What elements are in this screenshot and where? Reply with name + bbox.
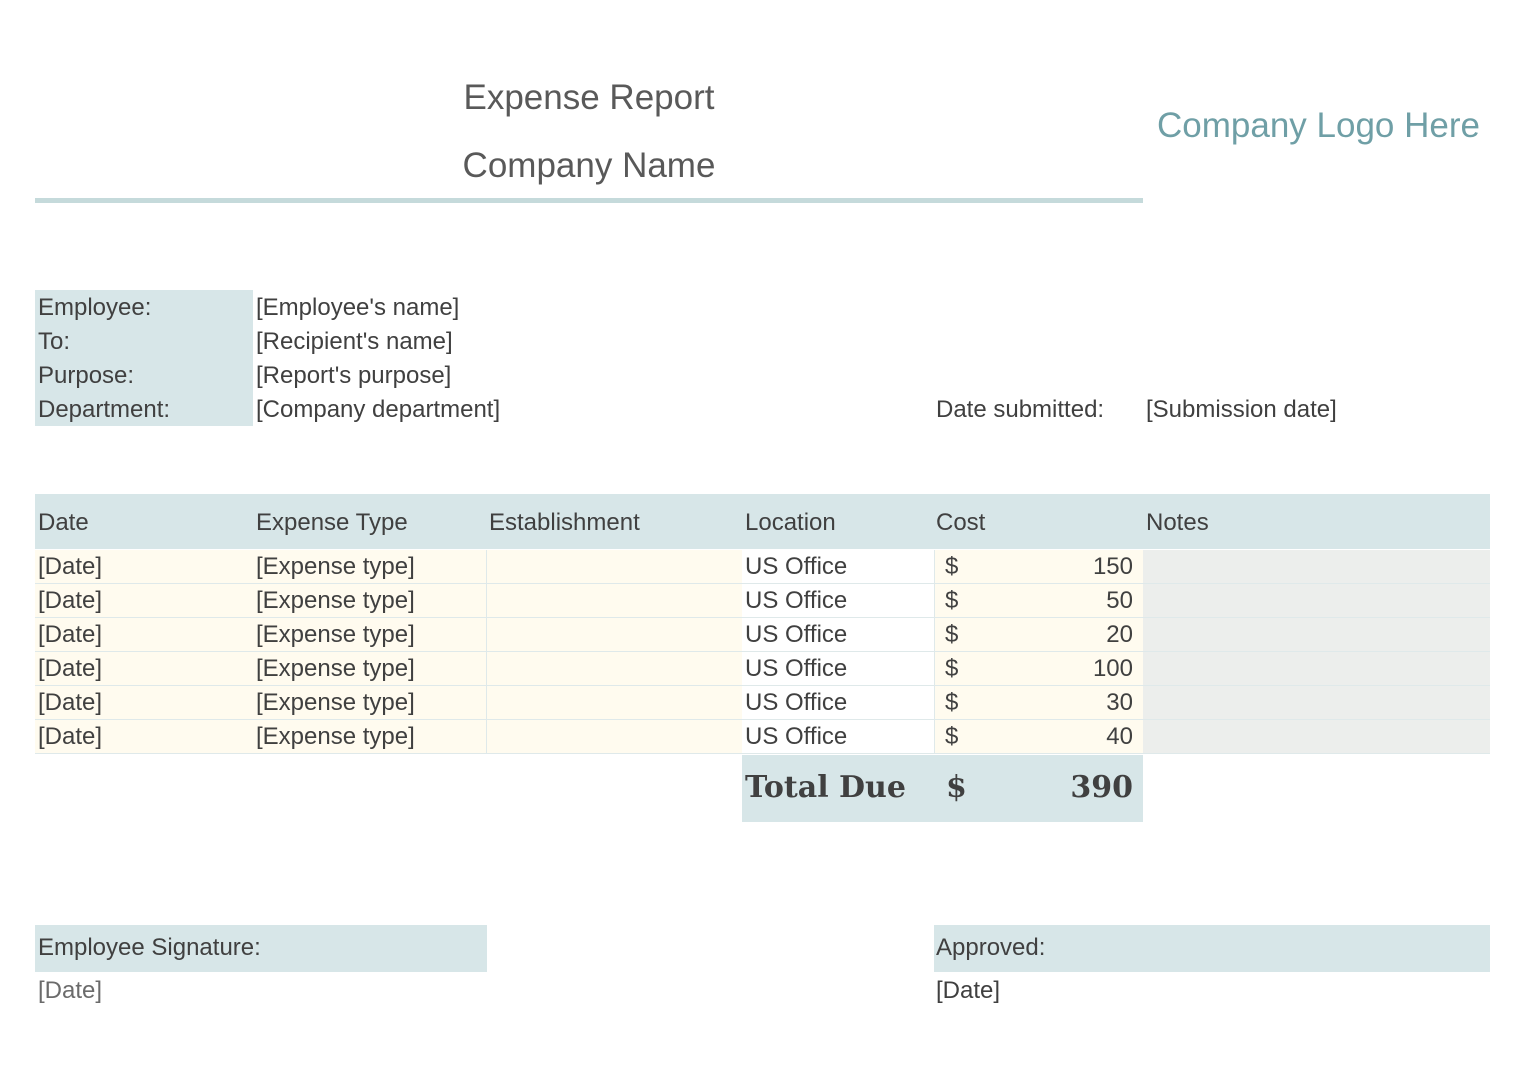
employee-label: Employee: xyxy=(38,294,152,321)
row-location[interactable]: US Office xyxy=(745,550,847,584)
cell-divider xyxy=(486,550,487,584)
row-cell-background xyxy=(1143,584,1490,618)
column-header-notes: Notes xyxy=(1146,509,1209,536)
row-expense-type[interactable]: [Expense type] xyxy=(256,550,415,584)
row-date[interactable]: [Date] xyxy=(38,686,102,720)
cell-divider xyxy=(934,720,935,754)
row-cost[interactable]: 100 xyxy=(995,652,1133,686)
row-cost[interactable]: 30 xyxy=(995,686,1133,720)
row-cell-background xyxy=(486,550,742,584)
row-date[interactable]: [Date] xyxy=(38,584,102,618)
total-due-value: 390 xyxy=(1070,770,1133,805)
cell-divider xyxy=(934,584,935,618)
row-cell-background xyxy=(486,720,742,754)
row-date[interactable]: [Date] xyxy=(38,618,102,652)
row-expense-type[interactable]: [Expense type] xyxy=(256,618,415,652)
total-currency: $ xyxy=(946,770,967,805)
row-date[interactable]: [Date] xyxy=(38,550,102,584)
row-cost[interactable]: 50 xyxy=(995,584,1133,618)
row-expense-type[interactable]: [Expense type] xyxy=(256,652,415,686)
row-cell-background xyxy=(486,584,742,618)
row-location[interactable]: US Office xyxy=(745,584,847,618)
row-cell-background xyxy=(1143,652,1490,686)
recipient-name-field[interactable]: [Recipient's name] xyxy=(256,325,453,359)
cell-divider xyxy=(486,584,487,618)
row-currency[interactable]: $ xyxy=(945,652,958,686)
purpose-field[interactable]: [Report's purpose] xyxy=(256,359,451,393)
date-submitted-label: Date submitted: xyxy=(936,396,1105,423)
column-header-date: Date xyxy=(38,509,89,536)
to-label: To: xyxy=(38,328,71,355)
column-header-cost: Cost xyxy=(936,509,986,536)
row-location[interactable]: US Office xyxy=(745,686,847,720)
approved-label: Approved: xyxy=(936,934,1046,961)
table-row: [Date] [Expense type] US Office $20 xyxy=(35,618,1490,652)
company-name: Company Name xyxy=(462,146,716,185)
row-cell-background xyxy=(1143,618,1490,652)
table-row: [Date] [Expense type] US Office $40 xyxy=(35,720,1490,754)
employee-name-field[interactable]: [Employee's name] xyxy=(256,291,459,325)
row-cell-background xyxy=(1143,686,1490,720)
row-cell-background xyxy=(1143,720,1490,754)
column-header-expense-type: Expense Type xyxy=(256,509,408,536)
column-header-location: Location xyxy=(745,509,836,536)
cell-divider xyxy=(934,618,935,652)
row-cell-background xyxy=(486,618,742,652)
row-location[interactable]: US Office xyxy=(745,652,847,686)
table-row: [Date] [Expense type] US Office $50 xyxy=(35,584,1490,618)
cell-divider xyxy=(486,686,487,720)
row-expense-type[interactable]: [Expense type] xyxy=(256,584,415,618)
cell-divider xyxy=(934,550,935,584)
report-title: Expense Report xyxy=(463,78,715,117)
row-cost[interactable]: 150 xyxy=(995,550,1133,584)
total-due-label: Total Due xyxy=(745,770,906,805)
cell-divider xyxy=(486,652,487,686)
row-cost[interactable]: 40 xyxy=(995,720,1133,754)
cell-divider xyxy=(934,686,935,720)
row-cost[interactable]: 20 xyxy=(995,618,1133,652)
cell-divider xyxy=(934,652,935,686)
row-cell-background xyxy=(486,652,742,686)
table-row: [Date] [Expense type] US Office $150 xyxy=(35,550,1490,584)
column-header-establishment: Establishment xyxy=(489,509,640,536)
company-logo-placeholder: Company Logo Here xyxy=(1157,106,1480,145)
employee-signature-label: Employee Signature: xyxy=(38,934,261,961)
row-cell-background xyxy=(486,686,742,720)
cell-divider xyxy=(486,618,487,652)
row-location[interactable]: US Office xyxy=(745,720,847,754)
row-currency[interactable]: $ xyxy=(945,584,958,618)
row-date[interactable]: [Date] xyxy=(38,720,102,754)
approved-date[interactable]: [Date] xyxy=(936,974,1000,1008)
row-date[interactable]: [Date] xyxy=(38,652,102,686)
purpose-label: Purpose: xyxy=(38,362,135,389)
employee-signature-date[interactable]: [Date] xyxy=(38,974,102,1008)
department-label: Department: xyxy=(38,396,171,423)
row-currency[interactable]: $ xyxy=(945,550,958,584)
row-currency[interactable]: $ xyxy=(945,720,958,754)
date-submitted-field[interactable]: [Submission date] xyxy=(1146,393,1337,427)
row-location[interactable]: US Office xyxy=(745,618,847,652)
row-currency[interactable]: $ xyxy=(945,686,958,720)
cell-divider xyxy=(486,720,487,754)
department-field[interactable]: [Company department] xyxy=(256,393,500,427)
row-expense-type[interactable]: [Expense type] xyxy=(256,686,415,720)
row-cell-background xyxy=(1143,550,1490,584)
header-divider xyxy=(35,198,1143,203)
row-currency[interactable]: $ xyxy=(945,618,958,652)
table-row: [Date] [Expense type] US Office $30 xyxy=(35,686,1490,720)
table-row: [Date] [Expense type] US Office $100 xyxy=(35,652,1490,686)
row-expense-type[interactable]: [Expense type] xyxy=(256,720,415,754)
